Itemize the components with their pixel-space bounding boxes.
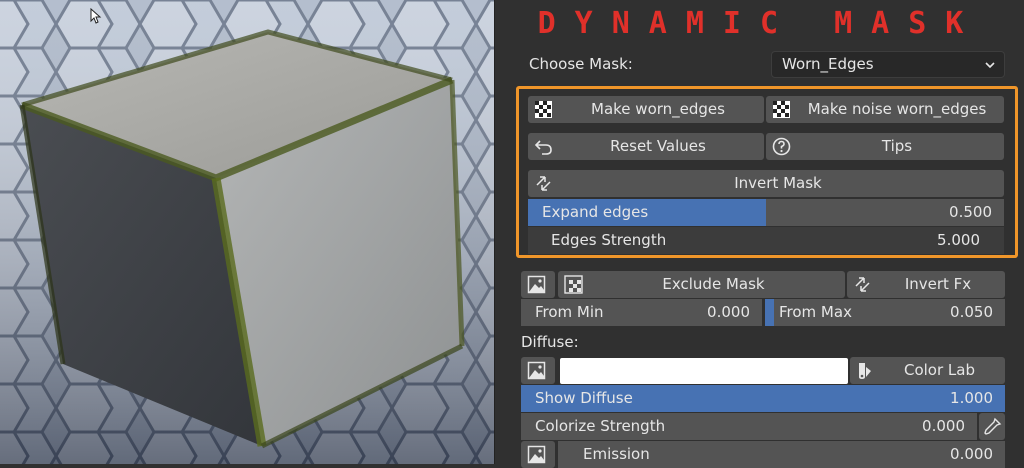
make-worn-edges-button[interactable]: Make worn_edges <box>528 96 764 123</box>
invert-fx-button[interactable]: Invert Fx <box>847 271 1005 298</box>
reset-values-label: Reset Values <box>610 137 706 155</box>
show-diffuse-value: 1.000 <box>950 389 993 407</box>
diffuse-label: Diffuse: <box>521 333 579 351</box>
invert-mask-label: Invert Mask <box>734 174 822 192</box>
image-icon <box>527 361 546 380</box>
eyedropper-button[interactable] <box>979 413 1005 440</box>
eyedropper-icon <box>984 417 1002 435</box>
choose-mask-dropdown[interactable]: Worn_Edges <box>771 51 1005 78</box>
reset-values-button[interactable]: Reset Values <box>528 133 764 160</box>
color-lab-label: Color Lab <box>903 361 975 379</box>
panel-title: DYNAMIC MASK <box>537 6 983 41</box>
checker-icon <box>535 101 552 118</box>
expand-edges-label: Expand edges <box>542 203 649 221</box>
from-max-value: 0.050 <box>950 303 993 321</box>
image-icon <box>527 275 546 294</box>
show-diffuse-label: Show Diffuse <box>535 389 633 407</box>
colorize-strength-value: 0.000 <box>922 417 965 435</box>
invert-fx-label: Invert Fx <box>904 275 972 293</box>
invert-icon <box>536 176 551 191</box>
make-worn-edges-label: Make worn_edges <box>591 100 725 118</box>
diffuse-color-swatch[interactable] <box>560 358 848 384</box>
from-min-label: From Min <box>535 303 604 321</box>
expand-edges-slider[interactable]: Expand edges 0.500 <box>528 199 1004 226</box>
viewport-scene <box>0 0 494 464</box>
colorize-strength-slider[interactable]: Colorize Strength 0.000 <box>521 413 977 440</box>
image-icon <box>527 445 546 464</box>
invert-mask-button[interactable]: Invert Mask <box>528 170 1004 197</box>
tips-button[interactable]: Tips <box>766 133 1004 160</box>
edges-strength-label: Edges Strength <box>551 231 667 249</box>
expand-edges-value: 0.500 <box>949 203 992 221</box>
checker-icon <box>773 101 790 118</box>
choose-mask-label: Choose Mask: <box>529 55 633 73</box>
tips-label: Tips <box>881 137 913 155</box>
edges-strength-slider[interactable]: Edges Strength 5.000 <box>528 227 1004 254</box>
from-min-field[interactable]: From Min 0.000 <box>521 299 762 326</box>
invert-icon <box>855 277 870 292</box>
from-max-field[interactable]: From Max 0.050 <box>765 299 1005 326</box>
make-noise-worn-edges-label: Make noise worn_edges <box>807 100 987 118</box>
colorize-strength-label: Colorize Strength <box>535 417 666 435</box>
cursor-icon <box>90 8 102 24</box>
diffuse-image-button[interactable] <box>521 357 555 384</box>
exclude-mask-label: Exclude Mask <box>662 275 765 293</box>
checker-icon <box>564 275 583 294</box>
exclude-image-button[interactable] <box>521 271 555 298</box>
from-max-fill <box>765 299 774 326</box>
from-min-value: 0.000 <box>707 303 750 321</box>
choose-mask-value: Worn_Edges <box>782 55 874 73</box>
from-max-label: From Max <box>779 303 852 321</box>
show-diffuse-slider[interactable]: Show Diffuse 1.000 <box>521 385 1005 412</box>
undo-icon <box>534 140 552 155</box>
color-palette-icon <box>859 363 871 379</box>
properties-panel: DYNAMIC MASK Choose Mask: Worn_Edges Mak… <box>494 0 1024 468</box>
edges-strength-value: 5.000 <box>937 231 980 249</box>
help-icon <box>772 137 791 156</box>
3d-viewport[interactable] <box>0 0 494 464</box>
color-lab-button[interactable]: Color Lab <box>850 357 1005 384</box>
make-noise-worn-edges-button[interactable]: Make noise worn_edges <box>766 96 1004 123</box>
exclude-mask-button[interactable]: Exclude Mask <box>558 271 845 298</box>
chevron-down-icon <box>985 62 995 69</box>
